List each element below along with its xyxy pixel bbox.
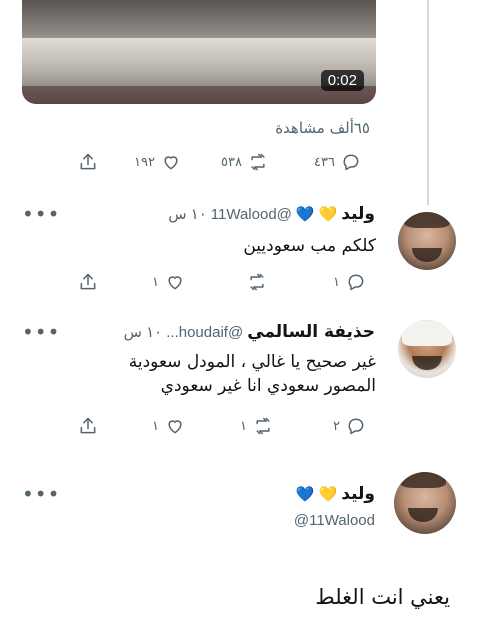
tweet-time[interactable]: ١٠ س [168, 205, 207, 223]
avatar-detail [412, 248, 442, 262]
tweet-text-line: غير صحيح يا غالي ، المودل سعودية [128, 352, 376, 372]
share-button[interactable] [78, 152, 98, 172]
user-handle[interactable]: @11Walood [211, 206, 292, 223]
retweet-button[interactable]: ١ [240, 416, 273, 436]
tweet-text: كلكم مب سعوديين [243, 236, 376, 256]
avatar-detail [408, 508, 438, 522]
heart-icon [168, 420, 182, 434]
avatar[interactable] [398, 320, 456, 378]
user-handle[interactable]: @11Walood [294, 512, 375, 529]
share-icon [80, 153, 96, 170]
video-duration-badge: 0:02 [320, 70, 364, 91]
like-button[interactable]: ١٩٢ [134, 152, 181, 172]
reply-icon [343, 154, 359, 171]
composer-header: وليد 💛 💙 [296, 484, 375, 504]
more-options-icon[interactable]: ••• [22, 202, 60, 226]
tweet-actions: ١ ١ ٢ [0, 416, 480, 440]
tweet-time[interactable]: ١٠ س [124, 323, 163, 341]
display-name[interactable]: وليد [341, 484, 375, 504]
share-button[interactable] [78, 272, 98, 292]
reply-count: ٢ [333, 418, 340, 434]
share-icon [80, 417, 96, 434]
share-button[interactable] [78, 416, 98, 436]
user-handle[interactable]: @houdaif... [166, 324, 243, 341]
avatar-detail [404, 212, 450, 228]
blue-heart-icon: 💙 [295, 484, 315, 503]
like-count: ١٩٢ [134, 154, 155, 170]
video-player[interactable]: 0:02 [22, 0, 376, 104]
like-count: ١ [152, 418, 159, 434]
avatar-detail [412, 356, 442, 370]
tweet-text-line: المصور سعودي انا غير سعودي [160, 376, 376, 396]
tweet-actions: ١ ١ [0, 272, 480, 296]
reply-text: يعني انت الغلط [315, 585, 450, 609]
heart-icon [164, 156, 178, 170]
display-name[interactable]: حذيفة السالمي [247, 322, 375, 342]
like-button[interactable]: ١ [152, 272, 185, 292]
tweet-text: غير صحيح يا غالي ، المودل سعودية المصور … [129, 350, 376, 398]
like-button[interactable]: ١ [152, 416, 185, 436]
retweet-icon [250, 273, 264, 291]
blue-heart-icon: 💙 [295, 204, 315, 223]
heart-icon [168, 276, 182, 290]
retweet-icon [251, 153, 265, 171]
tweet-header: حذيفة السالمي @houdaif... ١٠ س [124, 322, 375, 342]
reply-icon [348, 274, 364, 291]
yellow-heart-icon: 💛 [318, 204, 338, 223]
share-icon [80, 273, 96, 290]
retweet-count: ١ [240, 418, 247, 434]
retweet-count: ٥٣٨ [221, 154, 242, 170]
more-options-icon[interactable]: ••• [22, 482, 60, 506]
reply-button[interactable]: ٤٣٦ [314, 152, 361, 172]
display-name[interactable]: وليد [341, 204, 375, 224]
avatar[interactable] [394, 472, 456, 534]
avatar[interactable] [398, 212, 456, 270]
avatar-detail [400, 472, 446, 488]
yellow-heart-icon: 💛 [318, 484, 338, 503]
video-frame-detail [22, 38, 376, 68]
retweet-icon [256, 417, 270, 435]
reply-button[interactable]: ٢ [333, 416, 366, 436]
view-count: ٦٥ألف مشاهدة [275, 119, 370, 137]
more-options-icon[interactable]: ••• [22, 320, 60, 344]
avatar-detail [402, 320, 452, 346]
reply-icon [348, 418, 364, 435]
reply-count: ١ [333, 274, 340, 290]
tweet-header: وليد 💛 💙 @11Walood ١٠ س [168, 204, 375, 224]
main-tweet-actions: ١٩٢ ٥٣٨ ٤٣٦ [0, 152, 480, 176]
reply-count: ٤٣٦ [314, 154, 335, 170]
like-count: ١ [152, 274, 159, 290]
retweet-button[interactable] [247, 272, 267, 292]
retweet-button[interactable]: ٥٣٨ [221, 152, 268, 172]
reply-button[interactable]: ١ [333, 272, 366, 292]
